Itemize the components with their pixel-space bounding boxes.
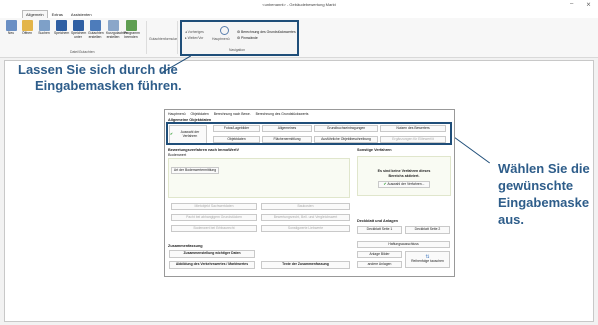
tab-hauptmenue[interactable]: Hauptmenü: [168, 112, 186, 116]
short-report-icon: [107, 20, 119, 31]
bewertungsrecht-button[interactable]: Bewertungsrecht, Bell. und Vergleichswer…: [261, 214, 350, 221]
callout-right-line1: Wählen Sie die: [498, 161, 590, 176]
ribbon: Neu Öffnen Suchen Speichern Speichern un…: [0, 18, 598, 58]
tab-berechnung-bewe[interactable]: Berechnung nach Bewe.: [214, 112, 251, 116]
create-short-report-button[interactable]: Kurzgutachten erstellen: [106, 20, 128, 39]
sonstige-auswahl-button[interactable]: ✔ Auswahl der Verfahren...: [378, 181, 430, 188]
open-button[interactable]: Öffnen: [20, 20, 34, 36]
floppy-icon: [55, 20, 67, 31]
forward-button[interactable]: ▸ Weiter/Vor: [185, 36, 203, 40]
title-bar: <unbenannt> - Gebäudebewertung Markt – ⨯: [0, 0, 598, 10]
sonstigwerte-button[interactable]: Sonstigwerte Liebwerte: [261, 225, 350, 232]
group-label-navigation: Navigation: [229, 48, 246, 52]
floppy-pen-icon: [72, 20, 84, 31]
exit-program-button[interactable]: Programm beenden: [124, 20, 140, 39]
zusammenstellung-button[interactable]: Zusammenstellung wichtiger Daten: [169, 250, 255, 258]
new-file-icon: [5, 20, 17, 31]
report-icon: [89, 20, 101, 31]
andere-anlagen-button[interactable]: andere Anlagen: [357, 261, 402, 268]
tab-assistenten[interactable]: Assistenten: [67, 10, 96, 18]
baukosten-button[interactable]: Baukosten: [261, 203, 350, 210]
pacht-button[interactable]: Pacht bei abhangigem Grundstücken: [171, 214, 257, 221]
bodenwert-panel: [168, 158, 350, 198]
deckblatt-2-button[interactable]: Deckblatt Seite 2: [405, 226, 450, 234]
home-menu-icon[interactable]: [220, 26, 229, 35]
gutachtenformular-button[interactable]: Gutachtenformular: [149, 37, 177, 41]
callout-right-line2: gewünschte: [498, 178, 574, 193]
main-menu-button[interactable]: Hauptmenü: [212, 37, 230, 41]
anlage-bilder-button[interactable]: Anlage Bilder: [357, 251, 402, 258]
previous-button[interactable]: ◂ Vorheriges: [185, 30, 204, 34]
tab-allgemein[interactable]: Allgemein: [22, 10, 48, 18]
group-label-datei: Datei/Gutachten: [70, 50, 95, 54]
texte-zusammenfassung-button[interactable]: Texte der Zusammenfassung: [261, 261, 350, 269]
bodenwertermittlung-button[interactable]: Art der Bodenwertermittlung: [171, 167, 219, 174]
ribbon-separator: [146, 21, 147, 54]
callout-left-line2: Eingabemasken führen.: [35, 78, 182, 93]
search-button[interactable]: Suchen: [37, 20, 51, 36]
tab-berechnung-grundstueckswert[interactable]: Berechnung des Grundstückswerts: [256, 112, 309, 116]
calc-value-link[interactable]: ⚙ Berechnung des Grundstückswertes: [237, 30, 296, 34]
folder-icon: [21, 20, 33, 31]
pinboards-link[interactable]: ⚙ Pinnwände: [237, 36, 258, 40]
section-bewertungsverfahren: Bewertungsverfahren nach ImmoWertV: [168, 148, 240, 152]
erbbaurecht-button[interactable]: Bodenwert bei Erbbaurecht: [171, 225, 257, 232]
callout-left-line1: Lassen Sie sich durch die: [18, 62, 178, 77]
tab-objektdaten[interactable]: Objektdaten: [190, 112, 208, 116]
section-sonstige-verfahren: Sonstige Verfahren: [357, 148, 392, 152]
save-button[interactable]: Speichern: [54, 20, 69, 36]
minimize-button[interactable]: –: [570, 1, 573, 7]
deckblatt-1-button[interactable]: Deckblatt Seite 1: [357, 226, 402, 234]
new-button[interactable]: Neu: [4, 20, 18, 36]
menu-tabs: Allgemein Extras Assistenten: [0, 10, 598, 18]
exit-icon: [125, 20, 137, 31]
tab-extras[interactable]: Extras: [48, 10, 67, 18]
ribbon-separator: [177, 21, 178, 54]
save-as-button[interactable]: Speichern unter: [71, 20, 86, 39]
mietobjekt-button[interactable]: Mietobjekt Sachwertdaten: [171, 203, 257, 210]
section-deckblatt: Deckblatt und Anlagen: [357, 219, 398, 223]
navigation-group: ◂ Vorheriges ▸ Weiter/Vor Hauptmenü ⚙ Be…: [180, 20, 299, 56]
bodenwert-label: Bodenwert: [168, 153, 187, 157]
sonstige-text-line1: Es sind keine Verfahren dieses: [377, 169, 431, 173]
binoculars-icon: [38, 20, 50, 31]
close-button[interactable]: ⨯: [586, 1, 591, 8]
window-title: <unbenannt> - Gebäudebewertung Markt: [262, 2, 336, 7]
haftungsausschluss-button[interactable]: Haftungsausschluss: [357, 241, 450, 248]
section-zusammenfassung: Zusammenfassung: [168, 244, 203, 248]
dialog-tabs: Hauptmenü Objektdaten Berechnung nach Be…: [165, 110, 454, 118]
reihenfolge-button[interactable]: ⇅ Reihenfolge tauschen: [405, 251, 450, 268]
selection-highlight: [166, 122, 452, 145]
sonstige-text-line2: Bereichs aktiviert.: [388, 174, 420, 178]
create-report-button[interactable]: Gutachten erstellen: [88, 20, 104, 39]
callout-right-line3: Eingabemaske aus.: [498, 195, 590, 227]
abbildung-verkehrswert-button[interactable]: Abbildung des Verkehrswertes / Marktwert…: [169, 261, 255, 269]
